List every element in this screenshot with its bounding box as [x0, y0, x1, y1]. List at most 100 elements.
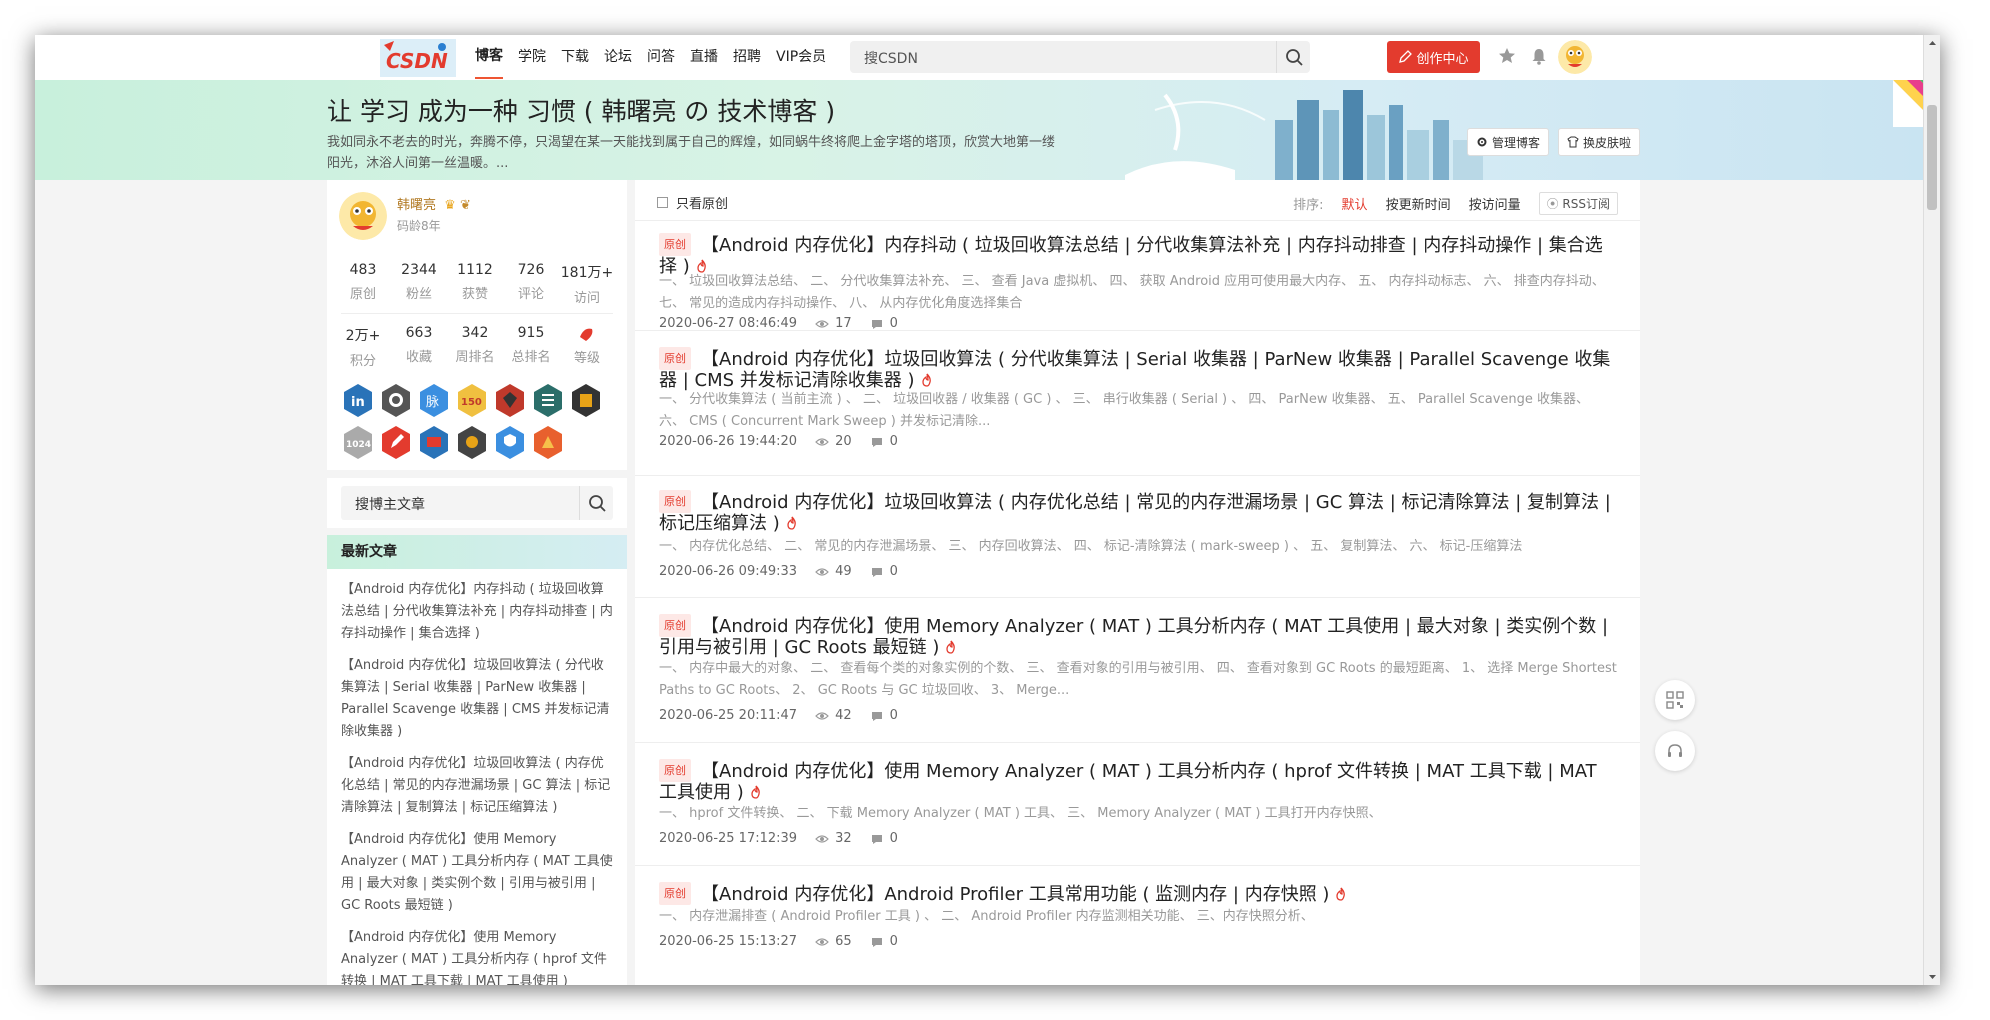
- original-tag: 原创: [659, 490, 691, 513]
- recent-article-link[interactable]: 【Android 内存优化】使用 Memory Analyzer ( MAT )…: [327, 829, 627, 917]
- vertical-scrollbar[interactable]: [1923, 35, 1940, 985]
- eye-icon: [815, 937, 829, 946]
- recent-article-link[interactable]: 【Android 内存优化】垃圾回收算法 ( 分代收集算法 | Serial 收…: [327, 655, 627, 743]
- stat-original[interactable]: 483 原创: [335, 262, 391, 306]
- orange-badge-icon[interactable]: [533, 426, 563, 459]
- badges-row-1: in 脉 150: [343, 384, 601, 417]
- svg-text:1024: 1024: [346, 440, 371, 450]
- stats-row-2: 2万+ 积分 663 收藏 342 周排名 915 总排名 等级: [327, 325, 627, 369]
- only-original-checkbox[interactable]: [657, 197, 668, 208]
- recent-article-link[interactable]: 【Android 内存优化】内存抖动 ( 垃圾回收算法总结 | 分代收集算法补充…: [327, 579, 627, 645]
- user-avatar[interactable]: [1558, 40, 1592, 74]
- article-title-text: 【Android 内存优化】Android Profiler 工具常用功能 ( …: [701, 884, 1330, 905]
- csdn-logo[interactable]: CSDN: [380, 39, 456, 77]
- change-skin-button[interactable]: 换皮肤啦: [1558, 128, 1641, 156]
- article-meta: 2020-06-25 20:11:47 42 0: [659, 708, 898, 723]
- article-title[interactable]: 原创 【Android 内存优化】Android Profiler 工具常用功能 …: [659, 882, 1619, 905]
- nav-qa[interactable]: 问答: [647, 35, 675, 80]
- qrcode-button[interactable]: [1655, 680, 1695, 720]
- book-badge-icon[interactable]: [419, 426, 449, 459]
- manage-blog-button[interactable]: 管理博客: [1467, 128, 1550, 156]
- sort-by-update-time[interactable]: 按更新时间: [1386, 194, 1451, 213]
- stat-total-rank[interactable]: 915 总排名: [503, 325, 559, 369]
- only-original-toggle[interactable]: 只看原创: [657, 193, 728, 212]
- stat-comments[interactable]: 726 评论: [503, 262, 559, 306]
- search-icon[interactable]: [579, 486, 613, 520]
- article-title[interactable]: 原创 【Android 内存优化】垃圾回收算法 ( 分代收集算法 | Serial…: [659, 347, 1619, 391]
- blog-banner: 让 学习 成为一种 习惯 ( 韩曙亮 の 技术博客 ) 我如同永不老去的时光，奔…: [35, 80, 1923, 180]
- article-list: 只看原创 排序: 默认 按更新时间 按访问量 ⦿ RSS订阅 原创 【Androi…: [635, 180, 1640, 985]
- article-item[interactable]: 原创 【Android 内存优化】垃圾回收算法 ( 内存优化总结 | 常见的内存泄…: [635, 475, 1640, 597]
- sort-by-views[interactable]: 按访问量: [1469, 194, 1521, 213]
- profile-card: 韩曙亮 ♛ ❦ 码龄8年 483 原创 2344 粉丝 1112 获赞 726 评论 1…: [327, 180, 627, 470]
- article-comments: 0: [889, 831, 898, 846]
- github-badge-icon[interactable]: [381, 384, 411, 417]
- nav-blog[interactable]: 博客: [475, 36, 503, 79]
- nav-jobs[interactable]: 招聘: [733, 35, 761, 80]
- main-nav: 博客 学院 下载 论坛 问答 直播 招聘 VIP会员: [475, 35, 841, 80]
- stat-points[interactable]: 2万+ 积分: [335, 325, 391, 369]
- nav-academy[interactable]: 学院: [518, 35, 546, 80]
- hot-fire-icon: [751, 785, 760, 799]
- blog-description: 我如同永不老去的时光，奔腾不停，只渴望在某一天能找到属于自己的辉煌，如同蜗牛终将…: [327, 135, 1056, 171]
- dark-medal-badge-icon[interactable]: [457, 426, 487, 459]
- customer-service-button[interactable]: [1655, 731, 1695, 771]
- recent-article-link[interactable]: 【Android 内存优化】使用 Memory Analyzer ( MAT )…: [327, 927, 627, 985]
- rss-subscribe-button[interactable]: ⦿ RSS订阅: [1538, 192, 1618, 215]
- pen-badge-icon[interactable]: [381, 426, 411, 459]
- article-title[interactable]: 原创 【Android 内存优化】使用 Memory Analyzer ( MAT…: [659, 759, 1619, 803]
- bell-icon[interactable]: [1529, 46, 1549, 66]
- profile-name[interactable]: 韩曙亮 ♛ ❦: [397, 194, 471, 213]
- maimai-badge-icon[interactable]: 脉: [419, 384, 449, 417]
- stat-favorites[interactable]: 663 收藏: [391, 325, 447, 369]
- article-item[interactable]: 原创 【Android 内存优化】Android Profiler 工具常用功能 …: [635, 865, 1640, 985]
- list-badge-icon[interactable]: [533, 384, 563, 417]
- stat-week-rank[interactable]: 342 周排名: [447, 325, 503, 369]
- star-icon[interactable]: [1497, 46, 1517, 66]
- linkedin-badge-icon[interactable]: in: [343, 384, 373, 417]
- nav-forum[interactable]: 论坛: [604, 35, 632, 80]
- only-original-label: 只看原创: [676, 197, 729, 212]
- nav-vip[interactable]: VIP会员: [776, 35, 826, 80]
- rss-icon: ⦿: [1546, 197, 1563, 211]
- 1024-badge-icon[interactable]: 1024: [343, 426, 373, 459]
- article-item[interactable]: 原创 【Android 内存优化】使用 Memory Analyzer ( MAT…: [635, 742, 1640, 864]
- search-icon[interactable]: [1276, 41, 1310, 73]
- nav-download[interactable]: 下载: [561, 35, 589, 80]
- stat-likes[interactable]: 1112 获赞: [447, 262, 503, 306]
- profile-coding-age: 码龄8年: [397, 219, 441, 233]
- red-gem-badge-icon[interactable]: [495, 384, 525, 417]
- stat-fans[interactable]: 2344 粉丝: [391, 262, 447, 306]
- stat-level[interactable]: 等级: [559, 325, 615, 369]
- divider: [341, 313, 613, 314]
- browser-window: CSDN 博客 学院 下载 论坛 问答 直播 招聘 VIP会员 搜CSDN 创作…: [35, 35, 1940, 985]
- shield-badge-icon[interactable]: [495, 426, 525, 459]
- 150-badge-icon[interactable]: 150: [457, 384, 487, 417]
- original-tag: 原创: [659, 233, 691, 256]
- scrollbar-thumb[interactable]: [1927, 105, 1937, 210]
- article-title-text: 【Android 内存优化】垃圾回收算法 ( 分代收集算法 | Serial 收…: [659, 349, 1611, 391]
- scroll-down-arrow-icon[interactable]: [1924, 971, 1940, 983]
- sort-default[interactable]: 默认: [1342, 194, 1368, 213]
- article-title[interactable]: 原创 【Android 内存优化】使用 Memory Analyzer ( MAT…: [659, 614, 1619, 658]
- article-title[interactable]: 原创 【Android 内存优化】垃圾回收算法 ( 内存优化总结 | 常见的内存泄…: [659, 490, 1619, 534]
- dark-badge-icon[interactable]: [571, 384, 601, 417]
- recent-articles-heading: 最新文章: [327, 535, 627, 569]
- blog-search-input[interactable]: 搜博主文章: [341, 486, 613, 520]
- site-search-input[interactable]: 搜CSDN: [850, 41, 1310, 73]
- article-item[interactable]: 原创 【Android 内存优化】使用 Memory Analyzer ( MAT…: [635, 597, 1640, 742]
- blog-search-placeholder: 搜博主文章: [355, 497, 425, 513]
- article-views: 49: [835, 564, 852, 579]
- nav-live[interactable]: 直播: [690, 35, 718, 80]
- recent-article-link[interactable]: 【Android 内存优化】垃圾回收算法 ( 内存优化总结 | 常见的内存泄漏场…: [327, 753, 627, 819]
- create-center-button[interactable]: 创作中心: [1387, 41, 1480, 73]
- article-item[interactable]: 原创 【Android 内存优化】内存抖动 ( 垃圾回收算法总结 | 分代收集算法…: [635, 220, 1640, 340]
- svg-text:脉: 脉: [426, 395, 439, 410]
- article-date: 2020-06-25 17:12:39: [659, 831, 798, 846]
- scroll-up-arrow-icon[interactable]: [1924, 37, 1940, 49]
- profile-avatar[interactable]: [339, 192, 387, 240]
- stat-visits[interactable]: 181万+ 访问: [559, 262, 615, 306]
- article-date: 2020-06-25 20:11:47: [659, 708, 798, 723]
- leaf-icon: ❦: [459, 198, 471, 213]
- article-item[interactable]: 原创 【Android 内存优化】垃圾回收算法 ( 分代收集算法 | Serial…: [635, 330, 1640, 450]
